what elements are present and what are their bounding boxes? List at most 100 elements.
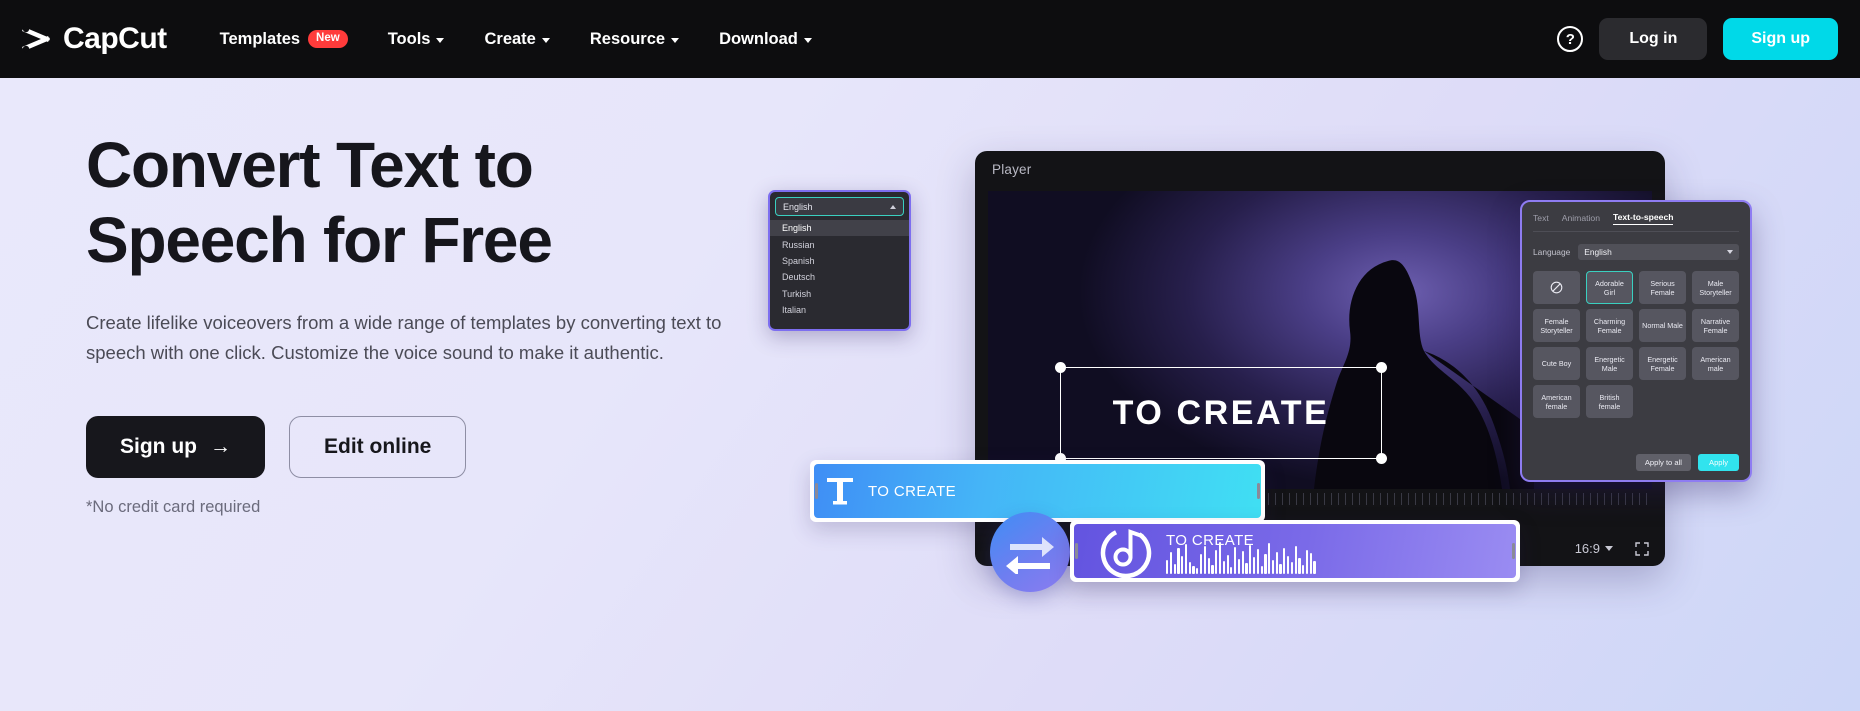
clip-trim-handle-right[interactable] (1257, 483, 1260, 499)
tts-language-select[interactable]: English (1578, 244, 1739, 260)
audio-waveform (1166, 542, 1316, 574)
nav-item-tools[interactable]: Tools (373, 21, 460, 58)
top-navbar: CapCut Templates New Tools Create Resour… (0, 0, 1860, 78)
signup-hero-label: Sign up (120, 434, 197, 458)
new-badge: New (308, 29, 348, 49)
apply-button[interactable]: Apply (1698, 454, 1739, 471)
player-title: Player (992, 162, 1032, 177)
nav-item-download[interactable]: Download (704, 21, 827, 58)
signup-button-nav[interactable]: Sign up (1723, 18, 1838, 60)
signup-button-hero[interactable]: Sign up → (86, 415, 265, 478)
voice-option-cute-boy[interactable]: Cute Boy (1533, 347, 1580, 380)
hero-copy: Convert Text to Speech for Free Create l… (86, 128, 746, 517)
tts-action-bar: Apply to all Apply (1635, 454, 1739, 471)
chevron-down-icon (436, 37, 445, 43)
audio-clip-trim-handle-left[interactable] (1075, 543, 1078, 559)
language-select-field[interactable]: English (775, 197, 904, 216)
hero-section: Convert Text to Speech for Free Create l… (0, 78, 1860, 711)
language-option-russian[interactable]: Russian (770, 236, 909, 252)
voice-option-none[interactable] (1533, 271, 1580, 304)
resize-handle-bottom-right[interactable] (1376, 453, 1387, 464)
language-option-italian[interactable]: Italian (770, 302, 909, 318)
nav-label-resource: Resource (589, 29, 666, 48)
voice-option-energetic-female[interactable]: Energetic Female (1639, 347, 1686, 380)
voice-option-american-male[interactable]: American male (1692, 347, 1739, 380)
tab-animation[interactable]: Animation (1562, 213, 1600, 225)
voice-grid: Adorable Girl Serious Female Male Storyt… (1533, 271, 1739, 418)
chevron-down-icon (1727, 250, 1733, 254)
tts-language-label: Language (1533, 247, 1571, 257)
text-to-speech-panel: Text Animation Text-to-speech Language E… (1520, 200, 1752, 482)
nav-label-download: Download (719, 29, 798, 48)
chevron-up-icon (890, 204, 896, 209)
nav-right-actions: ? Log in Sign up (1557, 18, 1838, 60)
page-title: Convert Text to Speech for Free (86, 128, 746, 278)
voice-option-adorable-girl[interactable]: Adorable Girl (1586, 271, 1633, 304)
capcut-logo[interactable]: CapCut (20, 22, 167, 56)
app-mockup: Player TO CREATE 16:9 English English Ru… (768, 78, 1860, 711)
tts-language-row: Language English (1533, 244, 1739, 260)
tab-text[interactable]: Text (1533, 213, 1549, 225)
help-icon[interactable]: ? (1557, 26, 1584, 52)
tab-text-to-speech[interactable]: Text-to-speech (1612, 212, 1674, 225)
chevron-down-icon (803, 37, 812, 43)
swap-badge (990, 512, 1070, 592)
login-button[interactable]: Log in (1599, 18, 1708, 60)
voice-option-male-storyteller[interactable]: Male Storyteller (1692, 271, 1739, 304)
voice-option-american-female[interactable]: American female (1533, 385, 1580, 418)
voice-option-female-storyteller[interactable]: Female Storyteller (1533, 309, 1580, 342)
audio-clip-body: TO CREATE (1074, 524, 1516, 578)
resize-handle-top-left[interactable] (1055, 362, 1066, 373)
voice-option-normal-male[interactable]: Normal Male (1639, 309, 1686, 342)
language-dropdown-popup: English English Russian Spanish Deutsch … (768, 190, 911, 331)
edit-online-button[interactable]: Edit online (289, 415, 467, 478)
timeline-audio-clip[interactable]: TO CREATE (1070, 520, 1520, 582)
language-option-spanish[interactable]: Spanish (770, 253, 909, 269)
text-selection-box[interactable]: TO CREATE (1055, 362, 1387, 464)
chevron-down-icon (671, 37, 680, 43)
brand-name: CapCut (63, 22, 167, 55)
voice-option-british-female[interactable]: British female (1586, 385, 1633, 418)
hero-subtitle: Create lifelike voiceovers from a wide r… (86, 311, 722, 363)
voice-option-narrative-female[interactable]: Narrative Female (1692, 309, 1739, 342)
nav-links: Templates New Tools Create Resource Down… (205, 21, 827, 58)
hero-title-line-2: Speech for Free (86, 203, 553, 276)
text-tool-icon (827, 478, 853, 505)
swap-arrows-icon (1006, 537, 1054, 574)
no-credit-card-note: *No credit card required (86, 497, 261, 516)
voice-option-serious-female[interactable]: Serious Female (1639, 271, 1686, 304)
fullscreen-icon[interactable] (1635, 541, 1649, 556)
page-root: CapCut Templates New Tools Create Resour… (0, 0, 1860, 711)
capcut-mark-icon (22, 25, 50, 53)
aspect-ratio-value: 16:9 (1574, 541, 1600, 556)
tts-language-value: English (1584, 247, 1612, 257)
language-option-deutsch[interactable]: Deutsch (770, 269, 909, 285)
nav-label-create: Create (484, 29, 536, 48)
language-option-turkish[interactable]: Turkish (770, 286, 909, 302)
resize-handle-top-right[interactable] (1376, 362, 1387, 373)
voice-option-energetic-male[interactable]: Energetic Male (1586, 347, 1633, 380)
language-option-english[interactable]: English (770, 220, 909, 237)
chevron-down-icon (541, 37, 550, 43)
nav-label-tools: Tools (387, 29, 431, 48)
language-selected-value: English (783, 201, 813, 212)
text-clip-label: TO CREATE (868, 482, 957, 500)
chevron-down-icon (1605, 546, 1613, 551)
overlay-text: TO CREATE (1112, 393, 1330, 432)
audio-clip-trim-handle-right[interactable] (1512, 543, 1515, 559)
text-clip-body: TO CREATE (814, 464, 1261, 518)
apply-to-all-button[interactable]: Apply to all (1635, 454, 1691, 471)
tiktok-audio-icon (1100, 527, 1152, 578)
tts-tab-bar: Text Animation Text-to-speech (1533, 212, 1739, 232)
player-footer: 16:9 (1575, 541, 1649, 556)
nav-item-create[interactable]: Create (469, 21, 564, 58)
nav-item-templates[interactable]: Templates New (205, 21, 363, 58)
language-option-list: English Russian Spanish Deutsch Turkish … (770, 220, 909, 318)
arrow-right-icon: → (210, 434, 231, 458)
no-voice-icon (1550, 281, 1563, 294)
hero-title-line-1: Convert Text to (86, 129, 534, 201)
clip-trim-handle-left[interactable] (815, 483, 818, 499)
voice-option-charming-female[interactable]: Charming Female (1586, 309, 1633, 342)
aspect-ratio-selector[interactable]: 16:9 (1575, 541, 1613, 556)
nav-item-resource[interactable]: Resource (575, 21, 694, 58)
